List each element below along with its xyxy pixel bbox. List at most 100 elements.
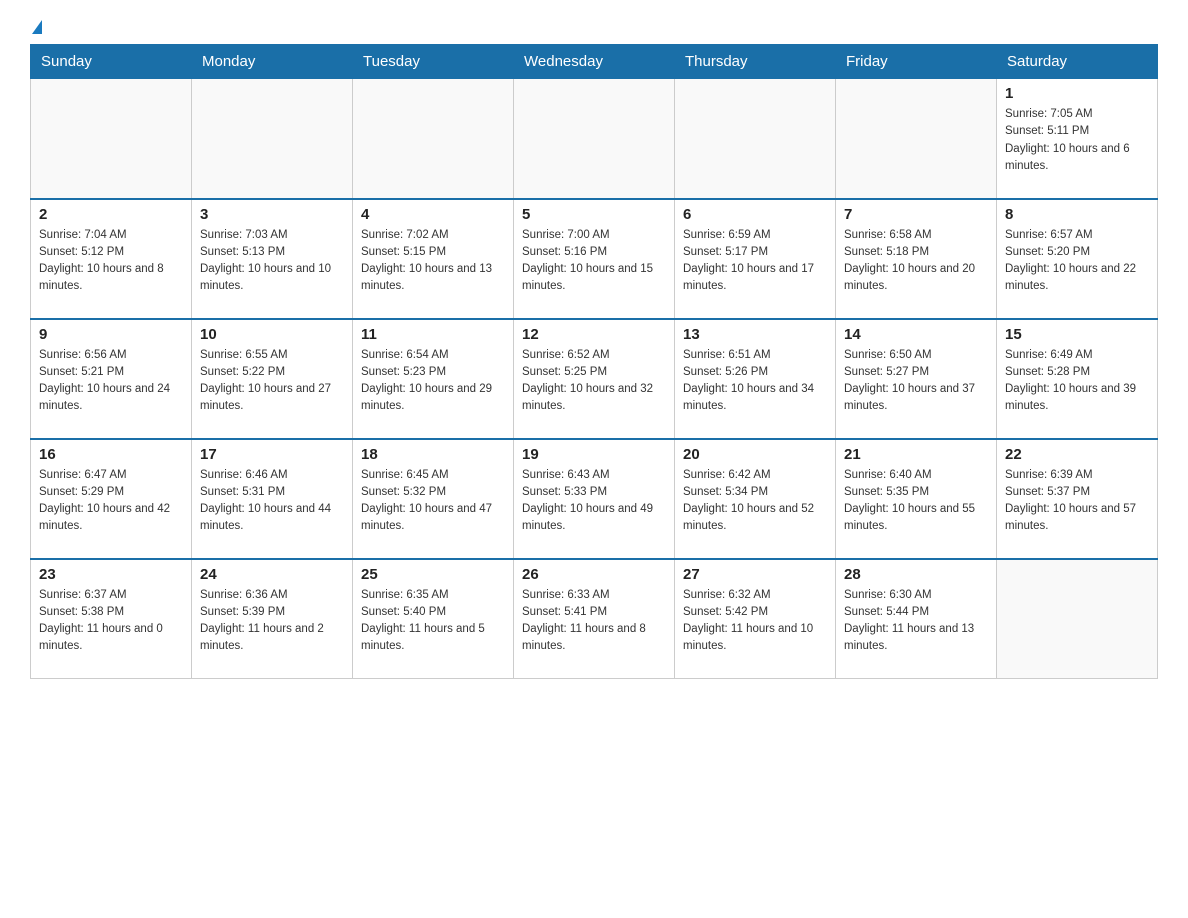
weekday-header-monday: Monday <box>192 45 353 79</box>
day-sun-info: Sunrise: 6:42 AMSunset: 5:34 PMDaylight:… <box>683 467 827 536</box>
day-number: 12 <box>522 326 666 343</box>
day-number: 9 <box>39 326 183 343</box>
day-sun-info: Sunrise: 6:45 AMSunset: 5:32 PMDaylight:… <box>361 467 505 536</box>
day-number: 13 <box>683 326 827 343</box>
calendar-cell <box>31 79 192 199</box>
day-sun-info: Sunrise: 6:32 AMSunset: 5:42 PMDaylight:… <box>683 587 827 656</box>
calendar-cell: 24 Sunrise: 6:36 AMSunset: 5:39 PMDayligh… <box>192 559 353 679</box>
calendar-cell: 12 Sunrise: 6:52 AMSunset: 5:25 PMDayligh… <box>514 319 675 439</box>
calendar-cell: 8 Sunrise: 6:57 AMSunset: 5:20 PMDaylight… <box>997 199 1158 319</box>
day-sun-info: Sunrise: 6:36 AMSunset: 5:39 PMDaylight:… <box>200 587 344 656</box>
day-sun-info: Sunrise: 6:54 AMSunset: 5:23 PMDaylight:… <box>361 347 505 416</box>
page-header <box>30 20 1158 34</box>
day-number: 15 <box>1005 326 1149 343</box>
calendar-cell: 27 Sunrise: 6:32 AMSunset: 5:42 PMDayligh… <box>675 559 836 679</box>
calendar-cell: 6Sunrise: 6:59 AMSunset: 5:17 PMDaylight… <box>675 199 836 319</box>
calendar-week-row: 1 Sunrise: 7:05 AMSunset: 5:11 PMDaylight… <box>31 79 1158 199</box>
calendar-cell: 16 Sunrise: 6:47 AMSunset: 5:29 PMDayligh… <box>31 439 192 559</box>
calendar-week-row: 23Sunrise: 6:37 AMSunset: 5:38 PMDayligh… <box>31 559 1158 679</box>
day-number: 1 <box>1005 85 1149 102</box>
day-sun-info: Sunrise: 6:40 AMSunset: 5:35 PMDaylight:… <box>844 467 988 536</box>
calendar-cell <box>353 79 514 199</box>
day-number: 19 <box>522 446 666 463</box>
calendar-cell: 10 Sunrise: 6:55 AMSunset: 5:22 PMDayligh… <box>192 319 353 439</box>
logo-triangle-icon <box>32 20 42 34</box>
day-number: 27 <box>683 566 827 583</box>
calendar-cell: 4 Sunrise: 7:02 AMSunset: 5:15 PMDaylight… <box>353 199 514 319</box>
day-number: 17 <box>200 446 344 463</box>
calendar-cell: 11 Sunrise: 6:54 AMSunset: 5:23 PMDayligh… <box>353 319 514 439</box>
day-sun-info: Sunrise: 7:04 AMSunset: 5:12 PMDaylight:… <box>39 227 183 296</box>
calendar-cell: 28 Sunrise: 6:30 AMSunset: 5:44 PMDayligh… <box>836 559 997 679</box>
day-number: 20 <box>683 446 827 463</box>
day-sun-info: Sunrise: 6:57 AMSunset: 5:20 PMDaylight:… <box>1005 227 1149 296</box>
calendar-cell: 26 Sunrise: 6:33 AMSunset: 5:41 PMDayligh… <box>514 559 675 679</box>
day-number: 10 <box>200 326 344 343</box>
calendar-cell <box>997 559 1158 679</box>
day-number: 26 <box>522 566 666 583</box>
calendar-cell: 17 Sunrise: 6:46 AMSunset: 5:31 PMDayligh… <box>192 439 353 559</box>
weekday-header-wednesday: Wednesday <box>514 45 675 79</box>
day-number: 2 <box>39 206 183 223</box>
calendar-cell: 7Sunrise: 6:58 AMSunset: 5:18 PMDaylight… <box>836 199 997 319</box>
day-sun-info: Sunrise: 6:58 AMSunset: 5:18 PMDaylight:… <box>844 227 988 296</box>
calendar-cell: 2 Sunrise: 7:04 AMSunset: 5:12 PMDaylight… <box>31 199 192 319</box>
calendar-cell: 23Sunrise: 6:37 AMSunset: 5:38 PMDayligh… <box>31 559 192 679</box>
calendar-cell <box>675 79 836 199</box>
day-number: 8 <box>1005 206 1149 223</box>
weekday-header-sunday: Sunday <box>31 45 192 79</box>
day-sun-info: Sunrise: 7:05 AMSunset: 5:11 PMDaylight:… <box>1005 106 1149 175</box>
day-sun-info: Sunrise: 7:03 AMSunset: 5:13 PMDaylight:… <box>200 227 344 296</box>
day-sun-info: Sunrise: 6:55 AMSunset: 5:22 PMDaylight:… <box>200 347 344 416</box>
calendar-cell: 3 Sunrise: 7:03 AMSunset: 5:13 PMDaylight… <box>192 199 353 319</box>
day-number: 5 <box>522 206 666 223</box>
calendar-table: SundayMondayTuesdayWednesdayThursdayFrid… <box>30 44 1158 679</box>
calendar-cell <box>514 79 675 199</box>
weekday-header-friday: Friday <box>836 45 997 79</box>
calendar-week-row: 9 Sunrise: 6:56 AMSunset: 5:21 PMDaylight… <box>31 319 1158 439</box>
calendar-cell <box>192 79 353 199</box>
day-number: 14 <box>844 326 988 343</box>
weekday-header-row: SundayMondayTuesdayWednesdayThursdayFrid… <box>31 45 1158 79</box>
calendar-cell: 1 Sunrise: 7:05 AMSunset: 5:11 PMDaylight… <box>997 79 1158 199</box>
day-sun-info: Sunrise: 7:02 AMSunset: 5:15 PMDaylight:… <box>361 227 505 296</box>
calendar-cell: 18 Sunrise: 6:45 AMSunset: 5:32 PMDayligh… <box>353 439 514 559</box>
day-number: 16 <box>39 446 183 463</box>
calendar-cell: 5 Sunrise: 7:00 AMSunset: 5:16 PMDaylight… <box>514 199 675 319</box>
day-sun-info: Sunrise: 6:52 AMSunset: 5:25 PMDaylight:… <box>522 347 666 416</box>
day-sun-info: Sunrise: 6:49 AMSunset: 5:28 PMDaylight:… <box>1005 347 1149 416</box>
day-number: 18 <box>361 446 505 463</box>
calendar-week-row: 2 Sunrise: 7:04 AMSunset: 5:12 PMDaylight… <box>31 199 1158 319</box>
day-number: 4 <box>361 206 505 223</box>
calendar-cell: 25Sunrise: 6:35 AMSunset: 5:40 PMDayligh… <box>353 559 514 679</box>
day-sun-info: Sunrise: 6:47 AMSunset: 5:29 PMDaylight:… <box>39 467 183 536</box>
day-number: 21 <box>844 446 988 463</box>
day-number: 28 <box>844 566 988 583</box>
day-number: 24 <box>200 566 344 583</box>
day-sun-info: Sunrise: 6:30 AMSunset: 5:44 PMDaylight:… <box>844 587 988 656</box>
calendar-cell: 15 Sunrise: 6:49 AMSunset: 5:28 PMDayligh… <box>997 319 1158 439</box>
day-sun-info: Sunrise: 6:50 AMSunset: 5:27 PMDaylight:… <box>844 347 988 416</box>
calendar-cell: 22 Sunrise: 6:39 AMSunset: 5:37 PMDayligh… <box>997 439 1158 559</box>
calendar-cell: 19 Sunrise: 6:43 AMSunset: 5:33 PMDayligh… <box>514 439 675 559</box>
calendar-week-row: 16 Sunrise: 6:47 AMSunset: 5:29 PMDayligh… <box>31 439 1158 559</box>
day-sun-info: Sunrise: 7:00 AMSunset: 5:16 PMDaylight:… <box>522 227 666 296</box>
calendar-cell: 9 Sunrise: 6:56 AMSunset: 5:21 PMDaylight… <box>31 319 192 439</box>
calendar-cell: 20 Sunrise: 6:42 AMSunset: 5:34 PMDayligh… <box>675 439 836 559</box>
day-number: 25 <box>361 566 505 583</box>
weekday-header-thursday: Thursday <box>675 45 836 79</box>
day-sun-info: Sunrise: 6:39 AMSunset: 5:37 PMDaylight:… <box>1005 467 1149 536</box>
calendar-cell: 21 Sunrise: 6:40 AMSunset: 5:35 PMDayligh… <box>836 439 997 559</box>
day-sun-info: Sunrise: 6:46 AMSunset: 5:31 PMDaylight:… <box>200 467 344 536</box>
weekday-header-tuesday: Tuesday <box>353 45 514 79</box>
day-sun-info: Sunrise: 6:33 AMSunset: 5:41 PMDaylight:… <box>522 587 666 656</box>
calendar-cell <box>836 79 997 199</box>
day-sun-info: Sunrise: 6:56 AMSunset: 5:21 PMDaylight:… <box>39 347 183 416</box>
day-number: 3 <box>200 206 344 223</box>
day-sun-info: Sunrise: 6:51 AMSunset: 5:26 PMDaylight:… <box>683 347 827 416</box>
day-sun-info: Sunrise: 6:43 AMSunset: 5:33 PMDaylight:… <box>522 467 666 536</box>
logo <box>30 20 42 34</box>
calendar-cell: 13 Sunrise: 6:51 AMSunset: 5:26 PMDayligh… <box>675 319 836 439</box>
day-number: 22 <box>1005 446 1149 463</box>
day-number: 11 <box>361 326 505 343</box>
